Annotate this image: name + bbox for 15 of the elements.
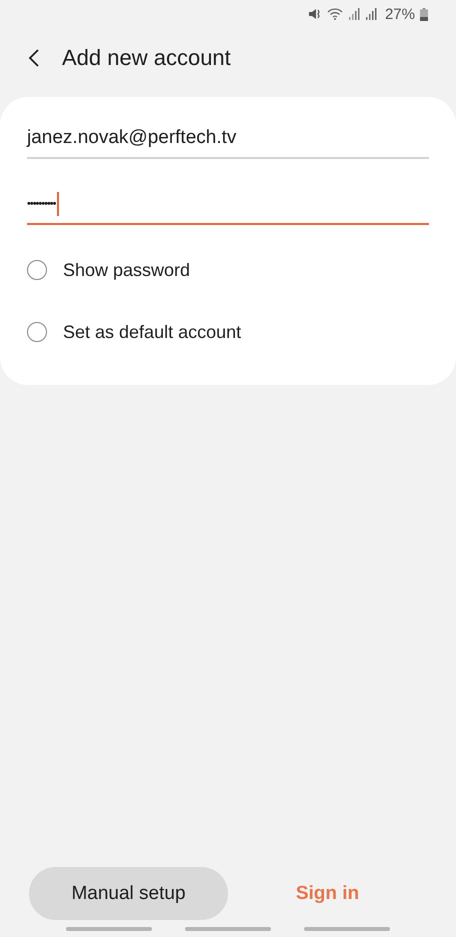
radio-button[interactable] — [27, 322, 47, 342]
radio-button[interactable] — [27, 260, 47, 280]
wifi-icon — [326, 8, 343, 20]
option-label: Set as default account — [63, 322, 242, 342]
battery-percent: 27% — [384, 6, 415, 22]
back-icon[interactable] — [28, 48, 40, 68]
mute-icon — [308, 8, 322, 20]
screen-title: Add new account — [62, 45, 231, 71]
password-field[interactable]: •••••••••• — [27, 185, 429, 225]
manual-setup-button[interactable]: Manual setup — [29, 867, 228, 920]
battery-icon — [420, 8, 428, 20]
signal-icon — [364, 8, 377, 20]
email-field[interactable]: janez.novak@perftech.tv — [27, 119, 429, 159]
signal-icon — [348, 8, 360, 20]
option-label: Show password — [63, 260, 190, 280]
